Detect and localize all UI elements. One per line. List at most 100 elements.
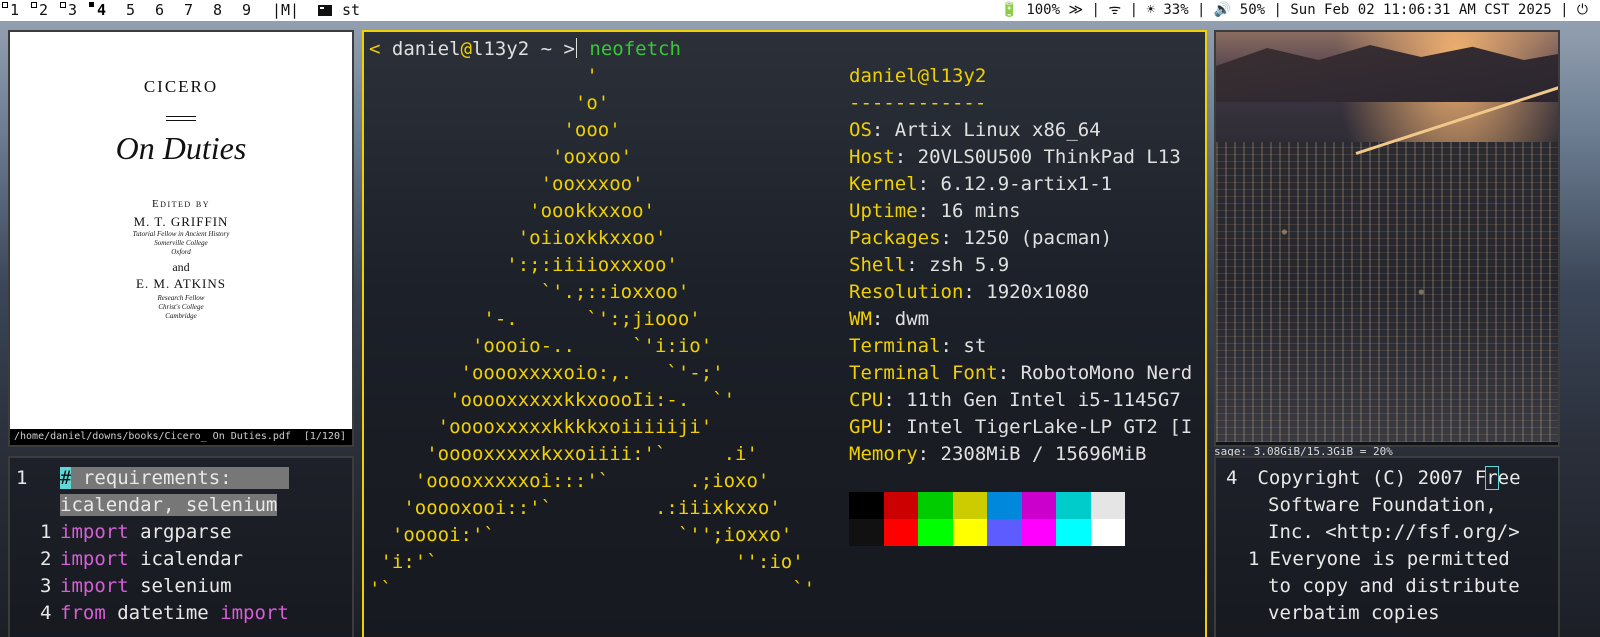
page-indicator: [1/120] (303, 431, 346, 442)
title-rule (166, 120, 196, 121)
keyword: import (60, 575, 129, 597)
logo-line: 'ooooxxxxxkxxoiiii:'` .i' (369, 443, 758, 465)
tag-4[interactable]: 4 (87, 0, 116, 21)
color-swatch (918, 492, 953, 519)
code-line[interactable]: # requirements: (60, 465, 289, 492)
text-cursor (575, 38, 577, 58)
file-path: /home/daniel/downs/books/Cicero_ On Duti… (14, 431, 291, 442)
tag-5[interactable]: 5 (116, 0, 145, 21)
text-cursor: # (60, 467, 72, 489)
logo-line: `'.;::ioxxoo' (369, 281, 690, 303)
text-line[interactable]: to copy and distribute (1268, 573, 1520, 600)
text-line[interactable]: Copyright (C) 2007 Free (1246, 465, 1521, 492)
background-window-fragment: sage: 3.08GiB/15.3GiB = 20% (1214, 447, 1393, 456)
info-row: WM: dwm (849, 308, 930, 330)
editor-affiliation: Oxford (171, 248, 191, 256)
info-row: Kernel: 6.12.9-artix1-1 (849, 173, 1113, 195)
text-cursor: r (1485, 466, 1499, 490)
info-key: WM (849, 308, 872, 330)
code-line[interactable]: import selenium (60, 573, 232, 600)
color-swatch (952, 519, 987, 546)
prompt-host: l13y2 (471, 38, 530, 60)
info-key: Resolution (849, 281, 964, 303)
info-key: Packages (849, 227, 941, 249)
code-line[interactable]: from datetime import (60, 600, 289, 627)
terminal-icon (318, 5, 332, 16)
logo-line: 'oooio-.. `'i:io' (369, 335, 713, 357)
editor-window[interactable]: 1 # requirements: icalendar, selenium 1 … (8, 456, 354, 637)
tag-9[interactable]: 9 (232, 0, 261, 21)
logo-line: ':;:iiiioxxxoo' (369, 254, 678, 276)
logo-line: '` `' (369, 578, 816, 600)
text-line[interactable]: Inc. <http://fsf.org/> (1268, 519, 1520, 546)
code-text: selenium (128, 575, 232, 597)
line-number: 3 (40, 575, 52, 597)
terminal-window[interactable]: < daniel@l13y2 ~ > neofetch ' 'o' 'ooo' … (362, 30, 1207, 637)
info-value: Artix Linux x86_64 (894, 119, 1101, 141)
color-swatch (918, 519, 953, 546)
window-title-text: st (342, 1, 361, 19)
book-author: CICERO (143, 77, 219, 96)
info-row: Terminal Font: RobotoMono Nerd (849, 362, 1193, 384)
code-line[interactable]: import argparse (60, 519, 232, 546)
pdf-page: CICERO On Duties Edited by M. T. GRIFFIN… (10, 32, 352, 431)
editor-affiliation: Somerville College (154, 239, 208, 247)
pdf-viewer-window[interactable]: CICERO On Duties Edited by M. T. GRIFFIN… (8, 30, 354, 447)
tag-list: 1 2 3 4 5 6 7 8 9 (0, 0, 261, 21)
tag-7[interactable]: 7 (174, 0, 203, 21)
info-value: RobotoMono Nerd (1020, 362, 1193, 384)
code-line[interactable]: import icalendar (60, 546, 243, 573)
editor-name: M. T. GRIFFIN (133, 214, 229, 229)
info-row: Host: 20VLS0U500 ThinkPad L13 (849, 146, 1181, 168)
logo-line: 'ooooxxxxoio:,. `'-;' (369, 362, 724, 384)
line-number: 2 (40, 548, 52, 570)
tag-1[interactable]: 1 (0, 0, 29, 21)
logo-line: 'i:'` '':io' (369, 551, 804, 573)
mountain-silhouette (1216, 45, 1558, 102)
logo-line: 'ooooxooi::'` .:iiixkxxo' (369, 497, 781, 519)
info-row: Shell: zsh 5.9 (849, 254, 1010, 276)
line-number: 4 (40, 602, 52, 624)
info-row: Terminal: st (849, 335, 987, 357)
color-swatch (883, 519, 918, 546)
text-line[interactable]: Everyone is permitted (1258, 546, 1509, 573)
info-row: GPU: Intel TigerLake-LP GT2 [I (849, 416, 1193, 438)
keyword: import (220, 602, 289, 624)
code-line[interactable]: icalendar, selenium (60, 492, 278, 519)
color-swatch (1056, 519, 1091, 546)
shell-prompt[interactable]: < daniel@l13y2 ~ > neofetch (369, 36, 681, 63)
color-swatch (1021, 492, 1056, 519)
info-key: Shell (849, 254, 907, 276)
keyword: from (60, 602, 106, 624)
color-swatch (1056, 492, 1091, 519)
logo-line: 'ooooi:'` `'';ioxxo' (369, 524, 793, 546)
logo-line: '-. `':;jiooo' (369, 308, 701, 330)
text-content: ee (1497, 467, 1521, 489)
image-viewer-window[interactable] (1214, 30, 1560, 447)
code-comment: requirements: (71, 467, 289, 489)
logo-line: 'ooooxxxxxkkxoooIi:-. `' (369, 389, 736, 411)
editor-affiliation: Research Fellow (157, 294, 205, 302)
info-value: dwm (894, 308, 930, 330)
info-value: 16 mins (940, 200, 1021, 222)
info-row: Packages: 1250 (pacman) (849, 227, 1113, 249)
info-value: 1920x1080 (986, 281, 1090, 303)
info-key: Terminal Font (849, 362, 998, 384)
title-rule (166, 116, 196, 117)
license-editor-window[interactable]: 4 Copyright (C) 2007 Free Software Found… (1214, 456, 1560, 637)
text-line[interactable]: Software Foundation, (1268, 492, 1497, 519)
city-lights-photo (1216, 142, 1558, 442)
code-text: argparse (128, 521, 232, 543)
color-swatch (987, 519, 1022, 546)
command-text: neofetch (577, 38, 681, 60)
prompt-path: ~ > (529, 38, 575, 60)
tag-6[interactable]: 6 (145, 0, 174, 21)
tag-2[interactable]: 2 (29, 0, 58, 21)
tag-3[interactable]: 3 (58, 0, 87, 21)
tag-8[interactable]: 8 (203, 0, 232, 21)
text-line[interactable]: verbatim copies (1268, 600, 1440, 627)
system-status: 🔋 100% ≫ | ᯤ | ☀ 33% | 🔊 50% | Sun Feb 0… (990, 0, 1600, 21)
line-number: 1 (40, 521, 52, 543)
layout-indicator[interactable]: |M| (272, 0, 299, 21)
info-key: Kernel (849, 173, 918, 195)
